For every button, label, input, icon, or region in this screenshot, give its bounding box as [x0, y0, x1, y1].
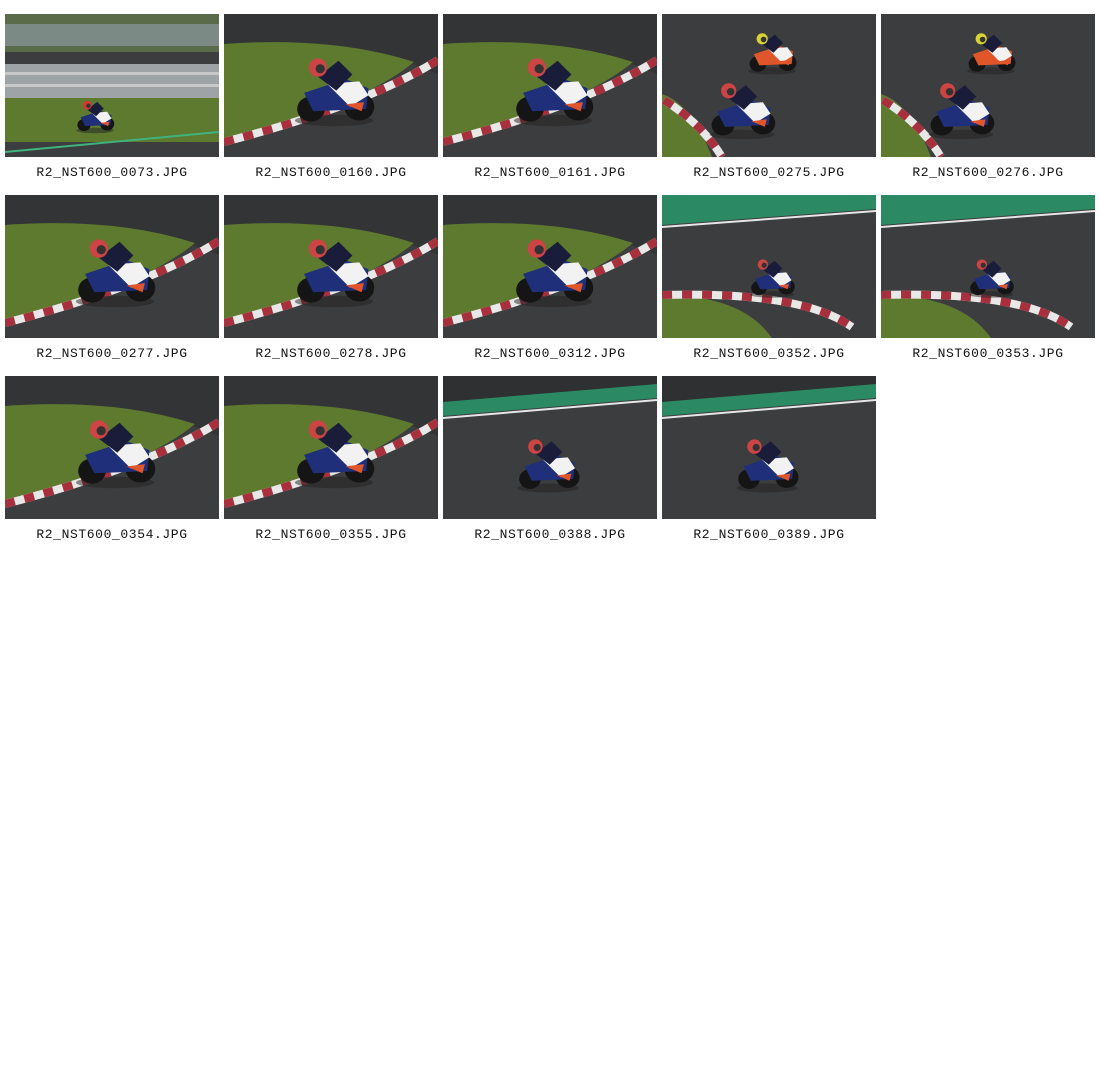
- photo-image: [443, 14, 657, 157]
- photo-image: [224, 376, 438, 519]
- photo-image: [5, 195, 219, 338]
- photo-thumbnail[interactable]: [443, 14, 657, 157]
- photo-filename[interactable]: R2_NST600_0161.JPG: [443, 165, 657, 180]
- photo-image: [662, 14, 876, 157]
- photo-thumbnail[interactable]: [224, 195, 438, 338]
- photo-filename[interactable]: R2_NST600_0389.JPG: [662, 527, 876, 542]
- photo-image: [881, 195, 1095, 338]
- photo-tile[interactable]: R2_NST600_0276.JPG: [881, 14, 1095, 195]
- photo-filename[interactable]: R2_NST600_0353.JPG: [881, 346, 1095, 361]
- photo-thumbnail[interactable]: [5, 195, 219, 338]
- photo-tile[interactable]: R2_NST600_0352.JPG: [662, 195, 876, 376]
- photo-filename[interactable]: R2_NST600_0354.JPG: [5, 527, 219, 542]
- photo-tile[interactable]: R2_NST600_0312.JPG: [443, 195, 657, 376]
- photo-filename[interactable]: R2_NST600_0355.JPG: [224, 527, 438, 542]
- photo-thumbnail[interactable]: [224, 14, 438, 157]
- photo-image: [443, 195, 657, 338]
- photo-image: [662, 376, 876, 519]
- photo-tile[interactable]: R2_NST600_0388.JPG: [443, 376, 657, 557]
- photo-thumbnail[interactable]: [662, 376, 876, 519]
- photo-tile[interactable]: R2_NST600_0277.JPG: [5, 195, 219, 376]
- photo-tile[interactable]: R2_NST600_0073.JPG: [5, 14, 219, 195]
- photo-image: [5, 376, 219, 519]
- photo-thumbnail[interactable]: [662, 14, 876, 157]
- photo-thumbnail[interactable]: [662, 195, 876, 338]
- photo-thumbnail[interactable]: [443, 195, 657, 338]
- photo-image: [224, 14, 438, 157]
- photo-filename[interactable]: R2_NST600_0352.JPG: [662, 346, 876, 361]
- photo-thumbnail[interactable]: [5, 14, 219, 157]
- photo-image: [881, 14, 1095, 157]
- photo-filename[interactable]: R2_NST600_0275.JPG: [662, 165, 876, 180]
- photo-tile[interactable]: R2_NST600_0355.JPG: [224, 376, 438, 557]
- photo-tile[interactable]: R2_NST600_0275.JPG: [662, 14, 876, 195]
- photo-filename[interactable]: R2_NST600_0160.JPG: [224, 165, 438, 180]
- photo-filename[interactable]: R2_NST600_0388.JPG: [443, 527, 657, 542]
- photo-filename[interactable]: R2_NST600_0312.JPG: [443, 346, 657, 361]
- photo-image: [5, 14, 219, 157]
- photo-image: [224, 195, 438, 338]
- photo-filename[interactable]: R2_NST600_0073.JPG: [5, 165, 219, 180]
- photo-thumbnail[interactable]: [443, 376, 657, 519]
- photo-filename[interactable]: R2_NST600_0277.JPG: [5, 346, 219, 361]
- photo-image: [662, 195, 876, 338]
- photo-image: [443, 376, 657, 519]
- photo-tile[interactable]: R2_NST600_0160.JPG: [224, 14, 438, 195]
- photo-tile[interactable]: R2_NST600_0354.JPG: [5, 376, 219, 557]
- photo-filename[interactable]: R2_NST600_0276.JPG: [881, 165, 1095, 180]
- photo-filename[interactable]: R2_NST600_0278.JPG: [224, 346, 438, 361]
- photo-tile[interactable]: R2_NST600_0161.JPG: [443, 14, 657, 195]
- photo-tile[interactable]: R2_NST600_0278.JPG: [224, 195, 438, 376]
- photo-thumbnail[interactable]: [881, 14, 1095, 157]
- photo-thumbnail[interactable]: [881, 195, 1095, 338]
- photo-tile[interactable]: R2_NST600_0389.JPG: [662, 376, 876, 557]
- photo-tile[interactable]: R2_NST600_0353.JPG: [881, 195, 1095, 376]
- photo-thumbnail[interactable]: [224, 376, 438, 519]
- photo-thumbnail[interactable]: [5, 376, 219, 519]
